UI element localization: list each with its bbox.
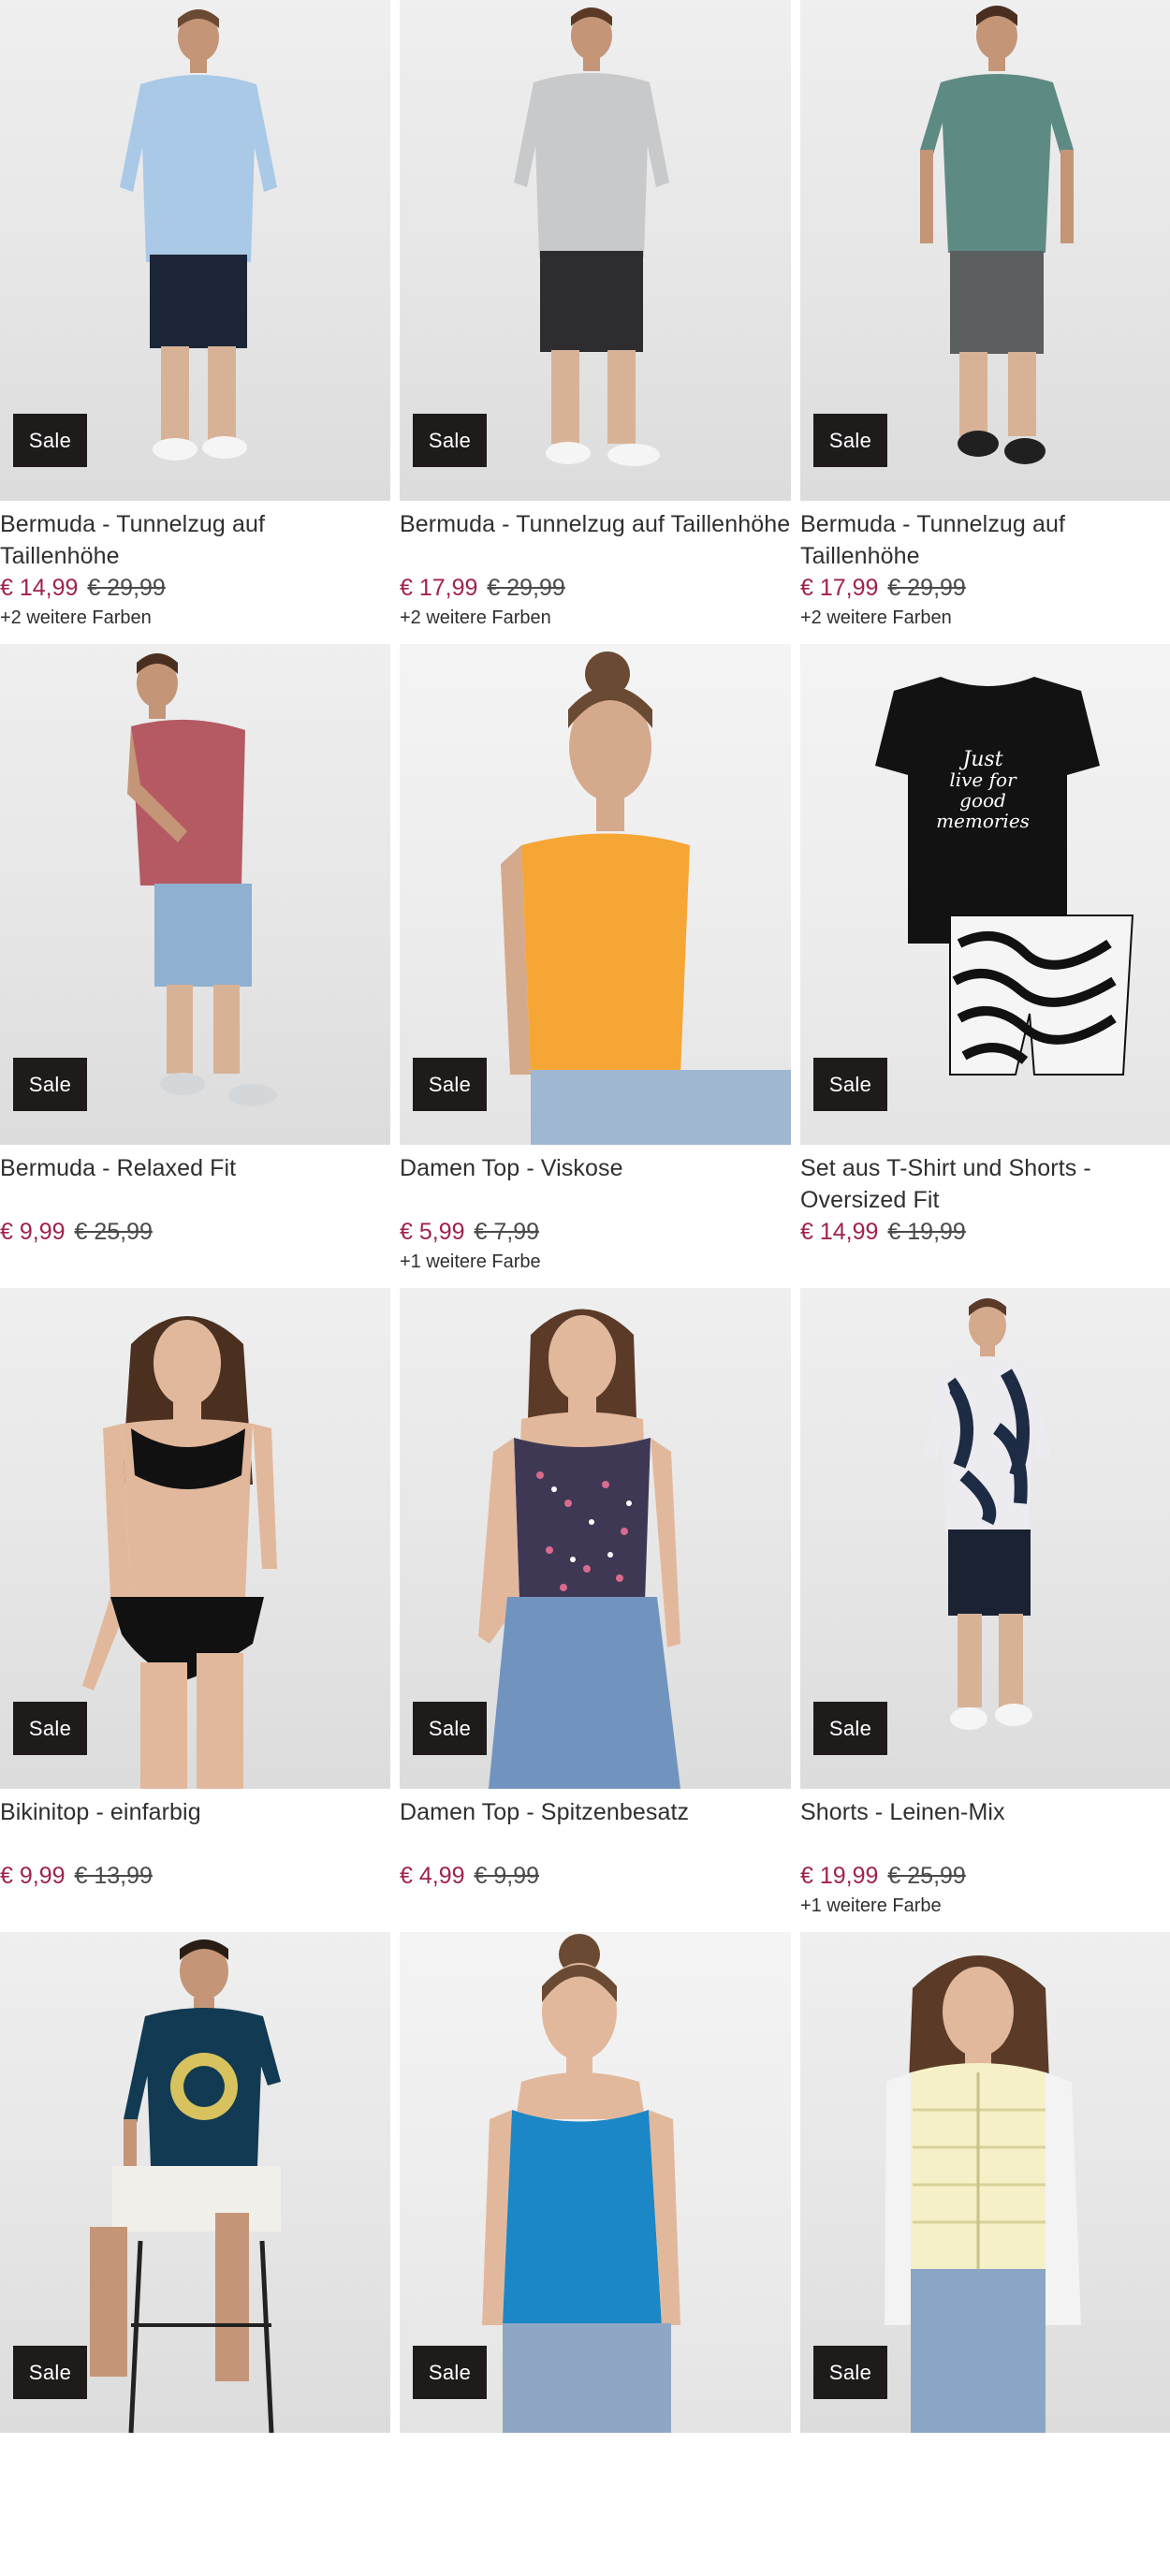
current-price: € 14,99 — [800, 1219, 879, 1245]
sale-badge: Sale — [13, 1702, 87, 1755]
product-image[interactable]: Sale — [400, 1288, 791, 1789]
product-card[interactable]: Sale Bermuda - Tunnelzug auf Taillenhöhe… — [400, 0, 791, 644]
svg-text:live for: live for — [949, 768, 1017, 791]
sale-badge: Sale — [413, 1702, 487, 1755]
current-price: € 9,99 — [0, 1219, 66, 1245]
product-title[interactable]: Bikinitop - einfarbig — [0, 1796, 390, 1860]
original-price: € 29,99 — [87, 575, 166, 601]
current-price: € 19,99 — [800, 1863, 879, 1889]
product-title[interactable]: Damen Top - Viskose — [400, 1152, 791, 1216]
current-price: € 17,99 — [400, 575, 478, 601]
sale-badge: Sale — [813, 2346, 887, 2399]
price-row: € 14,99 € 29,99 — [0, 572, 390, 604]
sale-badge: Sale — [13, 1058, 87, 1111]
product-image[interactable]: Sale — [800, 1932, 1170, 2433]
current-price: € 17,99 — [800, 575, 879, 601]
original-price: € 29,99 — [487, 575, 565, 601]
product-image[interactable]: Sale — [400, 1932, 791, 2433]
product-image[interactable]: Sale — [0, 0, 390, 501]
product-title[interactable]: Bermuda - Relaxed Fit — [0, 1152, 390, 1216]
price-row: € 17,99 € 29,99 — [800, 572, 1170, 604]
svg-text:memories: memories — [936, 810, 1030, 832]
product-title[interactable]: Set aus T-Shirt und Shorts - Oversized F… — [800, 1152, 1170, 1216]
product-title[interactable]: Shorts - Leinen-Mix — [800, 1796, 1170, 1860]
product-card[interactable]: Sale — [0, 1932, 390, 2576]
product-title[interactable]: Bermuda - Tunnelzug auf Taillenhöhe — [400, 508, 791, 572]
current-price: € 4,99 — [400, 1863, 465, 1889]
original-price: € 25,99 — [74, 1219, 153, 1245]
sale-badge: Sale — [813, 414, 887, 467]
more-colors-note[interactable]: +1 weitere Farbe — [800, 1892, 1170, 1920]
product-card[interactable]: Sale Bermuda - Tunnelzug auf Taillenhöhe… — [800, 0, 1170, 644]
sale-badge: Sale — [813, 1058, 887, 1111]
sale-badge: Sale — [13, 414, 87, 467]
product-title[interactable]: Damen Top - Spitzenbesatz — [400, 1796, 791, 1860]
product-image[interactable]: Just live for good memories Sale — [800, 644, 1170, 1145]
sale-badge: Sale — [413, 2346, 487, 2399]
product-title[interactable]: Bermuda - Tunnelzug auf Taillenhöhe — [800, 508, 1170, 572]
original-price: € 25,99 — [887, 1863, 966, 1889]
price-row: € 19,99 € 25,99 — [800, 1860, 1170, 1892]
price-row: € 4,99 € 9,99 — [400, 1860, 791, 1892]
product-card[interactable]: Sale — [400, 1932, 791, 2576]
current-price: € 14,99 — [0, 575, 79, 601]
original-price: € 7,99 — [474, 1219, 540, 1245]
product-image[interactable]: Sale — [0, 644, 390, 1145]
more-colors-note[interactable]: +2 weitere Farben — [0, 604, 390, 632]
product-image[interactable]: Sale — [800, 0, 1170, 501]
product-image[interactable]: Sale — [0, 1932, 390, 2433]
product-card[interactable]: Sale Damen Top - Spitzenbesatz € 4,99 € 9… — [400, 1288, 791, 1932]
original-price: € 29,99 — [887, 575, 966, 601]
sale-badge: Sale — [813, 1702, 887, 1755]
sale-badge: Sale — [13, 2346, 87, 2399]
product-card[interactable]: Sale Bikinitop - einfarbig € 9,99 € 13,99 — [0, 1288, 390, 1932]
price-row: € 14,99 € 19,99 — [800, 1216, 1170, 1248]
product-card[interactable]: Sale Bermuda - Tunnelzug auf Taillenhöhe… — [0, 0, 390, 644]
original-price: € 19,99 — [887, 1219, 966, 1245]
price-row: € 17,99 € 29,99 — [400, 572, 791, 604]
current-price: € 5,99 — [400, 1219, 465, 1245]
product-card[interactable]: Sale Shorts - Leinen-Mix € 19,99 € 25,99 … — [800, 1288, 1170, 1932]
product-card[interactable]: Sale Bermuda - Relaxed Fit € 9,99 € 25,99 — [0, 644, 390, 1288]
product-title[interactable]: Bermuda - Tunnelzug auf Taillenhöhe — [0, 508, 390, 572]
sale-badge: Sale — [413, 1058, 487, 1111]
product-image[interactable]: Sale — [400, 0, 791, 501]
product-image[interactable]: Sale — [0, 1288, 390, 1789]
sale-badge: Sale — [413, 414, 487, 467]
original-price: € 13,99 — [74, 1863, 153, 1889]
product-card[interactable]: Sale Damen Top - Viskose € 5,99 € 7,99 +1… — [400, 644, 791, 1288]
product-image[interactable]: Sale — [400, 644, 791, 1145]
price-row: € 5,99 € 7,99 — [400, 1216, 791, 1248]
price-row: € 9,99 € 25,99 — [0, 1216, 390, 1248]
svg-text:good: good — [959, 789, 1006, 812]
current-price: € 9,99 — [0, 1863, 66, 1889]
original-price: € 9,99 — [474, 1863, 540, 1889]
product-image[interactable]: Sale — [800, 1288, 1170, 1789]
more-colors-note[interactable]: +2 weitere Farben — [800, 604, 1170, 632]
product-grid: Sale Bermuda - Tunnelzug auf Taillenhöhe… — [0, 0, 1170, 2576]
product-card[interactable]: Sale — [800, 1932, 1170, 2576]
more-colors-note[interactable]: +2 weitere Farben — [400, 604, 791, 632]
product-card[interactable]: Just live for good memories Sale Set aus… — [800, 644, 1170, 1288]
price-row: € 9,99 € 13,99 — [0, 1860, 390, 1892]
more-colors-note[interactable]: +1 weitere Farbe — [400, 1248, 791, 1276]
